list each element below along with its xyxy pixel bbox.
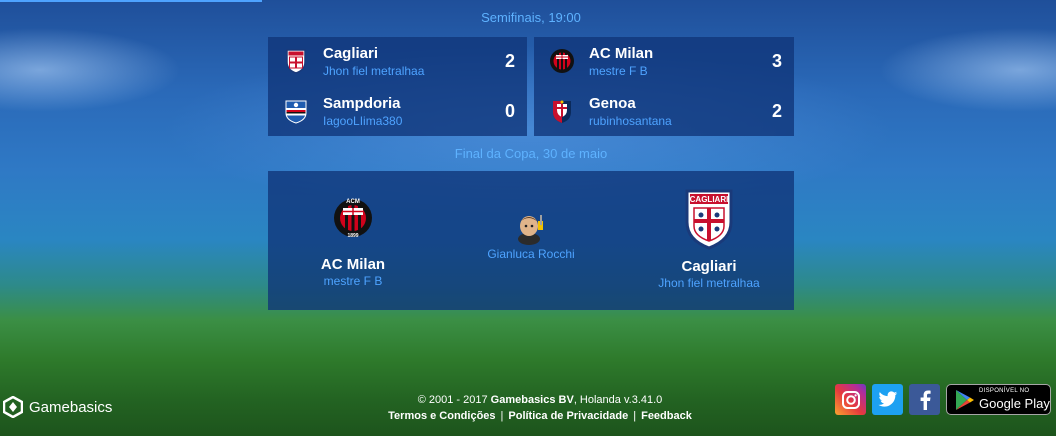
semifinal-match-2[interactable]: AC Milan mestre F B 3 Genoa rubinhosanta… [534, 37, 794, 136]
semifinals-title: Semifinais, 19:00 [481, 10, 581, 25]
google-play-big-text: Google Play [979, 396, 1050, 411]
final-away-team[interactable]: CAGLIARI Cagliari Jhon fiel metralhaa [624, 188, 794, 290]
home-team-row[interactable]: AC Milan mestre F B 3 [534, 37, 794, 87]
ac-milan-crest-icon: ACM 1899 [334, 199, 372, 239]
team-name[interactable]: Genoa [589, 95, 636, 112]
facebook-icon[interactable] [909, 384, 940, 415]
copyright-prefix: © 2001 - 2017 [417, 394, 491, 406]
team-name[interactable]: AC Milan [589, 45, 653, 62]
final-title: Final da Copa, 30 de maio [454, 146, 608, 161]
crest-text-top: ACM [346, 199, 360, 205]
twitter-icon[interactable] [872, 384, 903, 415]
top-progress-line [0, 0, 262, 2]
score: 0 [504, 101, 515, 121]
google-play-icon [956, 390, 974, 410]
team-name[interactable]: Sampdoria [323, 95, 401, 112]
footer-links: Termos e Condições | Política de Privacida… [340, 410, 740, 422]
referee[interactable]: Gianluca Rocchi [468, 211, 594, 261]
sampdoria-crest-icon [285, 100, 307, 124]
home-team-row[interactable]: Cagliari Jhon fiel metralhaa 2 [268, 37, 527, 87]
footer-separator: | [500, 410, 504, 422]
ac-milan-crest-icon [550, 49, 574, 73]
gamebasics-brand[interactable]: Gamebasics [3, 396, 112, 418]
final-match-card[interactable]: ACM 1899 AC Milan mestre F B Gianluca Ro… [268, 171, 794, 310]
away-team-row[interactable]: Sampdoria IagooLIima380 0 [268, 87, 527, 137]
brand-name: Gamebasics [29, 398, 113, 416]
genoa-crest-icon [553, 100, 571, 123]
privacy-link[interactable]: Política de Privacidade [508, 410, 628, 422]
google-play-small-text: DISPONÍVEL NO [979, 388, 1030, 394]
score: 2 [771, 101, 782, 121]
referee-name[interactable]: Gianluca Rocchi [468, 247, 594, 261]
manager-name[interactable]: Jhon fiel metralhaa [624, 276, 794, 290]
manager-name[interactable]: rubinhosantana [589, 114, 672, 128]
footer-info: © 2001 - 2017 Gamebasics BV, Holanda v.3… [340, 394, 740, 422]
crest-text: CAGLIARI [690, 195, 729, 204]
final-home-team[interactable]: ACM 1899 AC Milan mestre F B [268, 188, 438, 288]
team-name[interactable]: AC Milan [268, 256, 438, 273]
instagram-icon[interactable] [835, 384, 866, 415]
twitter-bird-glyph [878, 391, 897, 407]
facebook-f-glyph [920, 390, 931, 410]
manager-name[interactable]: IagooLIima380 [323, 114, 402, 128]
manager-name[interactable]: mestre F B [268, 274, 438, 288]
crest-text-bottom: 1899 [347, 233, 358, 239]
feedback-link[interactable]: Feedback [641, 410, 692, 422]
instagram-glyph [841, 390, 860, 409]
cagliari-crest-icon [286, 49, 306, 74]
company-name: Gamebasics BV [490, 394, 574, 406]
team-name[interactable]: Cagliari [624, 258, 794, 275]
referee-icon [518, 215, 543, 245]
manager-name[interactable]: Jhon fiel metralhaa [323, 64, 424, 78]
copyright-line: © 2001 - 2017 Gamebasics BV, Holanda v.3… [340, 394, 740, 406]
team-name[interactable]: Cagliari [323, 45, 378, 62]
google-play-badge[interactable]: DISPONÍVEL NO Google Play [946, 384, 1051, 415]
copyright-suffix: , Holanda v.3.41.0 [573, 394, 663, 406]
terms-link[interactable]: Termos e Condições [388, 410, 495, 422]
score: 3 [771, 51, 782, 71]
score: 2 [504, 51, 515, 71]
footer-separator: | [633, 410, 637, 422]
semifinal-match-1[interactable]: Cagliari Jhon fiel metralhaa 2 Sampdoria… [268, 37, 527, 136]
away-team-row[interactable]: Genoa rubinhosantana 2 [534, 87, 794, 137]
cagliari-crest-icon: CAGLIARI [685, 189, 733, 250]
gamebasics-logo-icon [3, 396, 23, 418]
manager-name[interactable]: mestre F B [589, 64, 648, 78]
